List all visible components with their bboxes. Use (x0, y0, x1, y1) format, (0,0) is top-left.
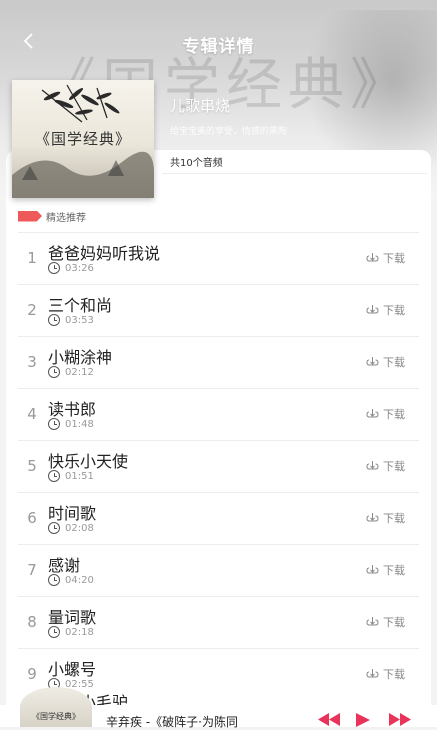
track-list: 1 爸爸妈妈听我说 03:26 下载 2 三个和尚 03:53 下载 3 小糊涂… (18, 232, 419, 700)
download-icon (366, 565, 379, 574)
clock-icon (48, 470, 60, 482)
track-duration: 03:26 (48, 262, 94, 274)
next-track-icon[interactable] (389, 713, 411, 726)
section-label: 精选推荐 (46, 212, 86, 224)
duration-text: 01:51 (65, 470, 94, 482)
download-label: 下载 (383, 356, 405, 369)
duration-text: 02:12 (65, 366, 94, 378)
album-name: 儿歌串烧 (170, 97, 231, 115)
download-icon (366, 409, 379, 418)
duration-text: 03:26 (65, 262, 94, 274)
download-icon (366, 669, 379, 678)
download-icon (366, 305, 379, 314)
download-label: 下载 (383, 616, 405, 629)
track-title: 感谢 (48, 556, 81, 575)
flag-icon (18, 210, 42, 222)
track-number: 5 (27, 457, 37, 475)
download-label: 下载 (383, 408, 405, 421)
duration-text: 01:48 (65, 418, 94, 430)
track-duration: 01:48 (48, 418, 94, 430)
mini-player[interactable]: 《国学经典》 辛弃疾 -《破阵子·为陈同 (0, 687, 437, 729)
track-number: 9 (27, 665, 37, 683)
download-icon (366, 461, 379, 470)
download-icon (366, 357, 379, 366)
track-number: 4 (27, 405, 37, 423)
play-icon[interactable] (355, 713, 371, 727)
clock-icon (48, 574, 60, 586)
now-playing-title: 辛弃疾 -《破阵子·为陈同 (106, 715, 238, 729)
track-duration: 02:12 (48, 366, 94, 378)
track-row[interactable]: 3 小糊涂神 02:12 下载 (18, 336, 419, 388)
clock-icon (48, 626, 60, 638)
track-number: 8 (27, 613, 37, 631)
track-number: 6 (27, 509, 37, 527)
track-row[interactable]: 8 量词歌 02:18 下载 (18, 596, 419, 648)
track-row[interactable]: 5 快乐小天使 01:51 下载 (18, 440, 419, 492)
album-cover[interactable]: 《国学经典》 (12, 80, 154, 198)
track-title: 量词歌 (48, 608, 97, 627)
track-title: 三个和尚 (48, 296, 113, 315)
download-label: 下载 (383, 304, 405, 317)
clock-icon (48, 262, 60, 274)
track-title: 小螺号 (48, 660, 97, 679)
divider (162, 173, 427, 174)
track-number: 2 (27, 301, 37, 319)
track-duration: 02:08 (48, 522, 94, 534)
track-duration: 04:20 (48, 574, 94, 586)
track-duration: 03:53 (48, 314, 94, 326)
download-button[interactable]: 下载 (366, 510, 405, 526)
download-button[interactable]: 下载 (366, 406, 405, 422)
download-button[interactable]: 下载 (366, 666, 405, 682)
cover-title: 《国学经典》 (34, 130, 131, 148)
previous-track-icon[interactable] (318, 713, 340, 726)
duration-text: 04:20 (65, 574, 94, 586)
player-thumbnail[interactable]: 《国学经典》 (20, 687, 92, 727)
download-button[interactable]: 下载 (366, 250, 405, 266)
track-title: 读书郎 (48, 400, 97, 419)
download-icon (366, 253, 379, 262)
track-number: 3 (27, 353, 37, 371)
album-description: 给宝宝美的享受，情感的熏陶 (170, 127, 288, 137)
track-duration: 02:18 (48, 626, 94, 638)
track-number: 1 (27, 249, 37, 267)
download-icon (366, 513, 379, 522)
section-header-recommended: 精选推荐 (18, 208, 86, 224)
download-label: 下载 (383, 512, 405, 525)
clock-icon (48, 366, 60, 378)
track-title: 快乐小天使 (48, 452, 129, 471)
track-row[interactable]: 7 感谢 04:20 下载 (18, 544, 419, 596)
download-button[interactable]: 下载 (366, 354, 405, 370)
track-count: 共10个音频 (170, 158, 223, 169)
player-thumb-title: 《国学经典》 (32, 712, 80, 721)
duration-text: 02:18 (65, 626, 94, 638)
download-button[interactable]: 下载 (366, 458, 405, 474)
download-icon (366, 617, 379, 626)
track-duration: 01:51 (48, 470, 94, 482)
track-row[interactable]: 1 爸爸妈妈听我说 03:26 下载 (18, 232, 419, 284)
download-label: 下载 (383, 668, 405, 681)
duration-text: 03:53 (65, 314, 94, 326)
download-label: 下载 (383, 460, 405, 473)
download-button[interactable]: 下载 (366, 562, 405, 578)
clock-icon (48, 522, 60, 534)
duration-text: 02:08 (65, 522, 94, 534)
clock-icon (48, 314, 60, 326)
track-title: 爸爸妈妈听我说 (48, 244, 161, 263)
download-button[interactable]: 下载 (366, 302, 405, 318)
clock-icon (48, 418, 60, 430)
top-navigation-bar: 专辑详情 (0, 26, 437, 66)
track-title: 时间歌 (48, 504, 97, 523)
download-button[interactable]: 下载 (366, 614, 405, 630)
track-title: 小糊涂神 (48, 348, 113, 367)
download-label: 下载 (383, 564, 405, 577)
page-title: 专辑详情 (182, 37, 255, 57)
track-row[interactable]: 2 三个和尚 03:53 下载 (18, 284, 419, 336)
download-label: 下载 (383, 252, 405, 265)
track-number: 7 (27, 561, 37, 579)
track-row[interactable]: 4 读书郎 01:48 下载 (18, 388, 419, 440)
track-row[interactable]: 6 时间歌 02:08 下载 (18, 492, 419, 544)
